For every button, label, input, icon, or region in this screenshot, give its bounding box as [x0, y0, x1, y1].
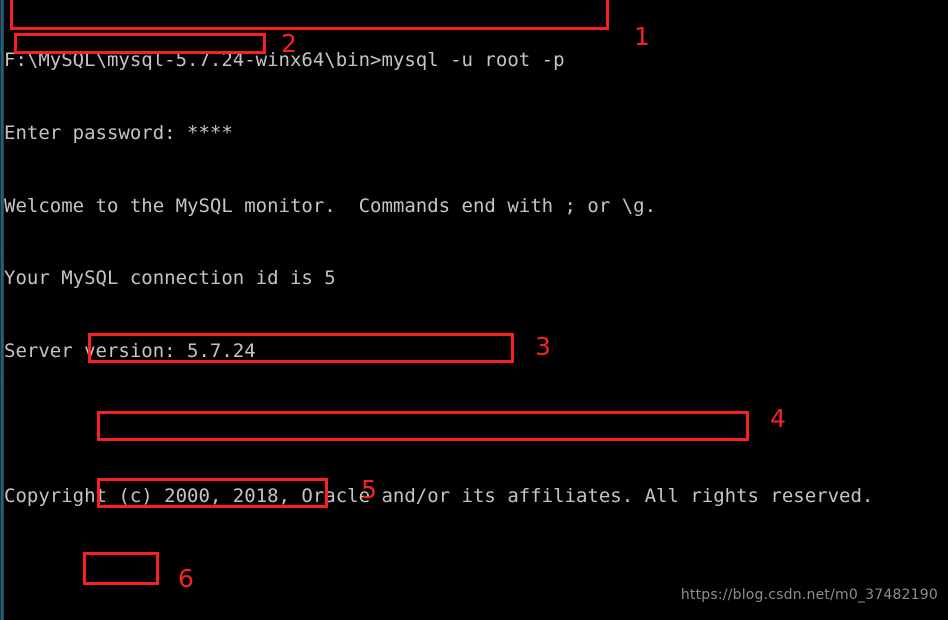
- annotation-number-4: 4: [770, 404, 786, 433]
- console-line: Enter password: ****: [4, 122, 233, 144]
- console-line: Welcome to the MySQL monitor. Commands e…: [4, 194, 657, 217]
- console-line: Your MySQL connection id is 5: [4, 267, 336, 290]
- annotation-number-6: 6: [178, 564, 194, 593]
- annotation-number-5: 5: [361, 475, 377, 504]
- console-line: Server version: 5.7.24: [4, 339, 256, 362]
- console-line: Copyright (c) 2000, 2018, Oracle and/or …: [4, 484, 874, 507]
- console-line: F:\MySQL\mysql-5.7.24-winx64\bin>mysql -…: [4, 49, 565, 72]
- annotation-number-2: 2: [281, 29, 297, 58]
- watermark-url: https://blog.csdn.net/m0_37482190: [680, 587, 938, 603]
- annotation-number-3: 3: [535, 332, 551, 361]
- console-output-area: F:\MySQL\mysql-5.7.24-winx64\bin>mysql -…: [4, 0, 948, 620]
- annotation-number-1: 1: [634, 22, 650, 51]
- console-window: F:\MySQL\mysql-5.7.24-winx64\bin>mysql -…: [0, 0, 948, 620]
